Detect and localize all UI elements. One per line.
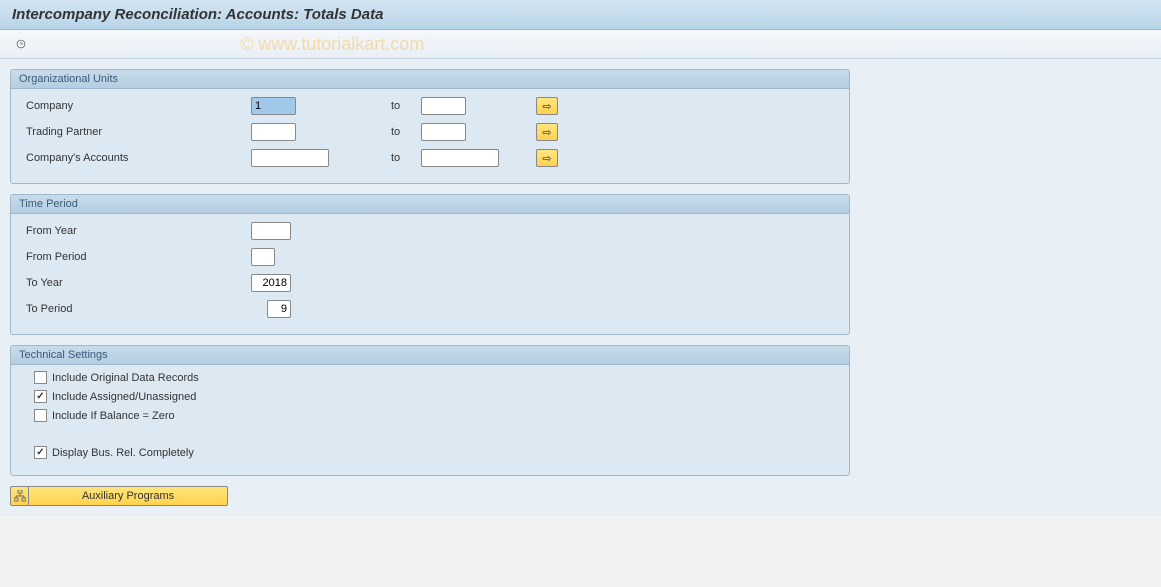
group-time-period: Time Period From Year From Period To Yea… [10,194,850,335]
row-to-year: To Year [21,272,839,294]
arrow-right-icon: ⇨ [542,100,551,113]
row-include-original: Include Original Data Records [21,371,839,384]
label-company: Company [21,100,251,112]
label-display-busrel: Display Bus. Rel. Completely [52,447,194,459]
label-include-original: Include Original Data Records [52,372,199,384]
checkbox-include-original[interactable] [34,371,47,384]
input-trading-to[interactable] [421,123,466,141]
row-accounts: Company's Accounts to ⇨ [21,147,839,169]
row-include-balance: Include If Balance = Zero [21,409,839,422]
row-display-busrel: Display Bus. Rel. Completely [21,446,839,459]
group-title-org: Organizational Units [11,70,849,89]
input-accounts-from[interactable] [251,149,329,167]
toolbar [0,30,1161,59]
aux-button-wrap: Auxiliary Programs [10,486,1151,506]
label-to-year: To Year [21,277,251,289]
checkbox-display-busrel[interactable] [34,446,47,459]
label-to: to [391,100,421,112]
title-bar: Intercompany Reconciliation: Accounts: T… [0,0,1161,30]
label-from-period: From Period [21,251,251,263]
label-include-assigned: Include Assigned/Unassigned [52,391,196,403]
label-accounts: Company's Accounts [21,152,251,164]
label-include-balance: Include If Balance = Zero [52,410,175,422]
multi-select-trading[interactable]: ⇨ [536,123,558,141]
row-company: Company to ⇨ [21,95,839,117]
auxiliary-programs-button[interactable]: Auxiliary Programs [28,486,228,506]
label-to: to [391,126,421,138]
row-from-year: From Year [21,220,839,242]
checkbox-include-assigned[interactable] [34,390,47,403]
arrow-right-icon: ⇨ [542,126,551,139]
input-from-year[interactable] [251,222,291,240]
hierarchy-icon [14,490,26,502]
row-from-period: From Period [21,246,839,268]
group-title-tech: Technical Settings [11,346,849,365]
group-tech-settings: Technical Settings Include Original Data… [10,345,850,476]
multi-select-accounts[interactable]: ⇨ [536,149,558,167]
row-trading-partner: Trading Partner to ⇨ [21,121,839,143]
page-title: Intercompany Reconciliation: Accounts: T… [12,6,1149,23]
input-company-to[interactable] [421,97,466,115]
row-to-period: To Period [21,298,839,320]
arrow-right-icon: ⇨ [542,152,551,165]
input-trading-from[interactable] [251,123,296,141]
clock-icon [16,37,26,51]
multi-select-company[interactable]: ⇨ [536,97,558,115]
group-title-time: Time Period [11,195,849,214]
input-from-period[interactable] [251,248,275,266]
label-to: to [391,152,421,164]
execute-button[interactable] [10,34,32,54]
label-from-year: From Year [21,225,251,237]
input-to-period[interactable] [267,300,291,318]
checkbox-include-balance[interactable] [34,409,47,422]
group-org-units: Organizational Units Company to ⇨ Tradin… [10,69,850,184]
input-company-from[interactable] [251,97,296,115]
input-to-year[interactable] [251,274,291,292]
label-trading-partner: Trading Partner [21,126,251,138]
row-include-assigned: Include Assigned/Unassigned [21,390,839,403]
tree-icon[interactable] [10,486,28,506]
input-accounts-to[interactable] [421,149,499,167]
content-area: Organizational Units Company to ⇨ Tradin… [0,59,1161,516]
label-to-period: To Period [21,303,267,315]
